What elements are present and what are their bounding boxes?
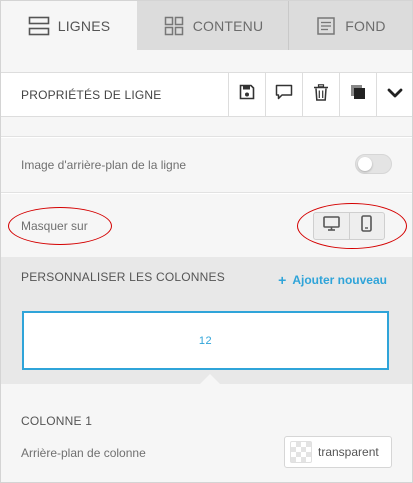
editor-panel: LIGNES CONTENU FOND PROPRIÉTÉS DE LIGNE: [0, 0, 413, 483]
rows-icon: [28, 15, 50, 37]
mobile-icon: [361, 215, 373, 237]
row-properties-header: PROPRIÉTÉS DE LIGNE: [1, 72, 412, 117]
hide-on-desktop-button[interactable]: [314, 213, 349, 239]
column-background-color-picker[interactable]: transparent: [284, 436, 392, 468]
tab-rows-label: LIGNES: [57, 17, 111, 34]
selection-caret: [200, 374, 220, 384]
background-image-toggle[interactable]: [355, 154, 392, 174]
duplicate-icon: [350, 84, 366, 105]
column-background-label: Arrière-plan de colonne: [21, 446, 146, 460]
row-background-image-setting: Image d'arrière-plan de la ligne: [1, 138, 412, 193]
spacer: [1, 50, 412, 72]
customize-columns-title: PERSONNALISER LES COLONNES: [21, 270, 225, 284]
duplicate-button[interactable]: [339, 73, 376, 116]
transparent-swatch-icon: [290, 441, 312, 463]
hide-on-label: Masquer sur: [21, 218, 88, 233]
document-icon: [315, 15, 337, 37]
customize-columns-section: PERSONNALISER LES COLONNES + Ajouter nou…: [1, 257, 412, 384]
chevron-down-icon: [387, 86, 403, 104]
row-properties-title: PROPRIÉTÉS DE LIGNE: [21, 87, 162, 102]
plus-icon: +: [278, 272, 287, 288]
save-button[interactable]: [228, 73, 265, 116]
column-background-value: transparent: [318, 445, 379, 459]
column-width-label: 12: [198, 334, 213, 347]
hide-on-mobile-button[interactable]: [348, 213, 385, 239]
toggle-knob: [358, 157, 372, 171]
desktop-icon: [322, 216, 340, 236]
hide-on-device-group: [313, 212, 385, 240]
spacer: [1, 117, 412, 137]
collapse-button[interactable]: [376, 73, 412, 116]
grid-icon: [163, 15, 185, 37]
tab-bar: LIGNES CONTENU FOND: [1, 1, 412, 50]
column-layout-box[interactable]: 12: [22, 311, 389, 370]
delete-button[interactable]: [302, 73, 339, 116]
column-1-section: COLONNE 1 Arrière-plan de colonne transp…: [1, 374, 412, 482]
add-new-label: Ajouter nouveau: [292, 273, 387, 287]
save-icon: [239, 84, 255, 105]
tab-content[interactable]: CONTENU: [138, 1, 289, 50]
add-new-column-link[interactable]: + Ajouter nouveau: [278, 273, 387, 287]
column-1-title: COLONNE 1: [21, 414, 93, 428]
row-hide-on-setting: Masquer sur: [1, 194, 412, 257]
tab-rows[interactable]: LIGNES: [1, 1, 138, 50]
background-image-label: Image d'arrière-plan de la ligne: [21, 158, 187, 172]
tab-content-label: CONTENU: [192, 17, 264, 34]
comment-icon: [275, 84, 293, 105]
trash-icon: [313, 83, 329, 106]
tab-background-label: FOND: [345, 17, 386, 34]
tab-background[interactable]: FOND: [289, 1, 412, 50]
comment-button[interactable]: [265, 73, 302, 116]
